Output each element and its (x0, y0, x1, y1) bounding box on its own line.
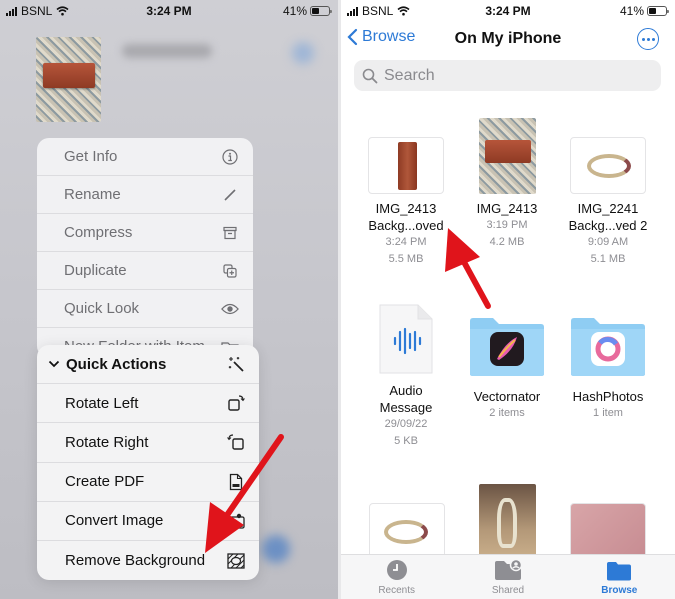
search-placeholder: Search (384, 66, 435, 84)
status-bar: BSNL 3:24 PM 41% (0, 0, 338, 22)
menu-item-rename[interactable]: Rename (37, 176, 253, 214)
search-icon (362, 68, 378, 83)
menu-item-convert-image[interactable]: Convert Image (37, 502, 259, 541)
menu-item-compress[interactable]: Compress (37, 214, 253, 252)
pdf-icon (227, 473, 245, 491)
remove-background-icon (227, 552, 245, 570)
file-thumbnail[interactable] (479, 484, 536, 560)
file-thumbnail[interactable] (570, 503, 646, 560)
left-screen: BSNL 3:24 PM 41% Get Info Rename Compres… (0, 0, 338, 599)
tab-shared[interactable]: Shared (452, 555, 563, 599)
pencil-icon (221, 186, 239, 204)
navigation-bar: Browse On My iPhone (341, 24, 675, 56)
audio-file-icon (377, 302, 435, 376)
battery-icon (310, 6, 332, 16)
shared-folder-icon (494, 559, 522, 580)
menu-item-create-pdf[interactable]: Create PDF (37, 463, 259, 502)
battery-percent: 41% (619, 4, 644, 18)
right-screen: BSNL 3:24 PM 41% Browse On My iPhone Sea… (341, 0, 675, 599)
file-item[interactable]: IMG_2413 3:19 PM 4.2 MB (457, 118, 557, 251)
tab-bar: Recents Shared Browse (341, 554, 675, 599)
menu-item-get-info[interactable]: Get Info (37, 138, 253, 176)
rotate-right-icon (227, 433, 245, 451)
file-item[interactable]: IMG_2413 Backg...oved 3:24 PM 5.5 MB (356, 137, 456, 268)
menu-item-rotate-right[interactable]: Rotate Right (37, 423, 259, 463)
menu-item-remove-background[interactable]: Remove Background (37, 541, 259, 580)
status-bar: BSNL 3:24 PM 41% (341, 0, 675, 22)
folder-item[interactable]: HashPhotos 1 item (558, 317, 658, 422)
quick-actions-header[interactable]: Quick Actions (37, 345, 259, 385)
archive-box-icon (221, 224, 239, 242)
info-icon (221, 148, 239, 166)
folder-item[interactable]: Vectornator 2 items (457, 317, 557, 422)
battery-percent: 41% (282, 4, 307, 18)
duplicate-icon (221, 262, 239, 280)
menu-item-duplicate[interactable]: Duplicate (37, 252, 253, 290)
more-options-button[interactable] (637, 28, 659, 50)
tab-recents[interactable]: Recents (341, 555, 452, 599)
file-thumbnail (368, 137, 444, 194)
search-input[interactable]: Search (354, 60, 661, 91)
tab-browse[interactable]: Browse (564, 555, 675, 599)
blurred-button (292, 42, 314, 64)
folder-icon (470, 318, 544, 376)
file-item[interactable]: Audio Message 29/09/22 5 KB (356, 302, 456, 450)
folder-icon (571, 318, 645, 376)
menu-item-quick-look[interactable]: Quick Look (37, 290, 253, 328)
convert-image-icon (227, 512, 245, 530)
page-title: On My iPhone (454, 30, 562, 47)
context-menu: Get Info Rename Compress Duplicate Quick… (37, 138, 253, 358)
magic-wand-icon (227, 355, 245, 373)
menu-item-rotate-left[interactable]: Rotate Left (37, 384, 259, 424)
eye-icon (221, 300, 239, 318)
blurred-tab-icon (262, 535, 290, 563)
file-preview-thumbnail (36, 37, 101, 122)
blurred-title (122, 44, 212, 58)
battery-icon (647, 6, 669, 16)
rotate-left-icon (227, 394, 245, 412)
folder-icon (607, 562, 632, 581)
file-thumbnail (478, 118, 536, 194)
file-item[interactable]: IMG_2241 Backg...ved 2 9:09 AM 5.1 MB (558, 137, 658, 268)
file-thumbnail[interactable] (369, 503, 445, 560)
chevron-down-icon (48, 360, 60, 368)
file-thumbnail (570, 137, 646, 194)
quick-actions-menu: Quick Actions Rotate Left Rotate Right C… (37, 345, 259, 580)
clock-icon (386, 560, 407, 580)
